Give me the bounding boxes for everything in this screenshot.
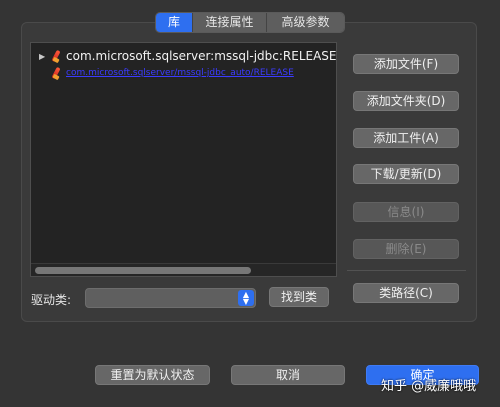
watermark: 知乎 @威廉哦哦 xyxy=(381,379,477,394)
library-name: com.microsoft.sqlserver:mssql-jdbc:RELEA… xyxy=(66,49,337,63)
download-update-button[interactable]: 下载/更新(D) xyxy=(353,164,459,184)
tab-bar: 库 连接属性 高级参数 xyxy=(155,12,345,33)
add-artifact-button[interactable]: 添加工件(A) xyxy=(353,128,459,148)
chevron-up-down-icon[interactable]: ▲ ▼ xyxy=(238,290,254,306)
delete-button[interactable]: 删除(E) xyxy=(353,239,459,259)
tab-connection-properties[interactable]: 连接属性 xyxy=(192,13,266,32)
add-file-button[interactable]: 添加文件(F) xyxy=(353,54,459,74)
reset-defaults-button[interactable]: 重置为默认状态 xyxy=(95,365,210,385)
add-folder-button[interactable]: 添加文件夹(D) xyxy=(353,91,459,111)
list-item[interactable]: com.microsoft.sqlserver/mssql-jdbc_auto/… xyxy=(31,64,294,82)
driver-class-label: 驱动类: xyxy=(31,293,72,307)
library-list[interactable]: ▶ com.microsoft.sqlserver:mssql-jdbc:REL… xyxy=(30,42,337,277)
library-link[interactable]: com.microsoft.sqlserver/mssql-jdbc_auto/… xyxy=(66,68,294,78)
driver-class-select[interactable]: ▲ ▼ xyxy=(85,288,256,308)
list-item[interactable]: ▶ com.microsoft.sqlserver:mssql-jdbc:REL… xyxy=(31,47,337,65)
horizontal-scrollbar[interactable] xyxy=(31,263,336,276)
info-button[interactable]: 信息(I) xyxy=(353,202,459,222)
cancel-button[interactable]: 取消 xyxy=(231,365,345,385)
find-class-button[interactable]: 找到类 xyxy=(269,287,329,307)
tab-advanced-parameters[interactable]: 高级参数 xyxy=(266,13,344,32)
divider xyxy=(347,270,466,271)
jar-icon xyxy=(51,66,61,80)
jar-icon xyxy=(51,49,61,63)
disclosure-triangle-icon[interactable]: ▶ xyxy=(39,52,49,61)
tab-libraries[interactable]: 库 xyxy=(156,13,192,32)
class-path-button[interactable]: 类路径(C) xyxy=(353,283,459,303)
scrollbar-thumb[interactable] xyxy=(35,267,251,274)
